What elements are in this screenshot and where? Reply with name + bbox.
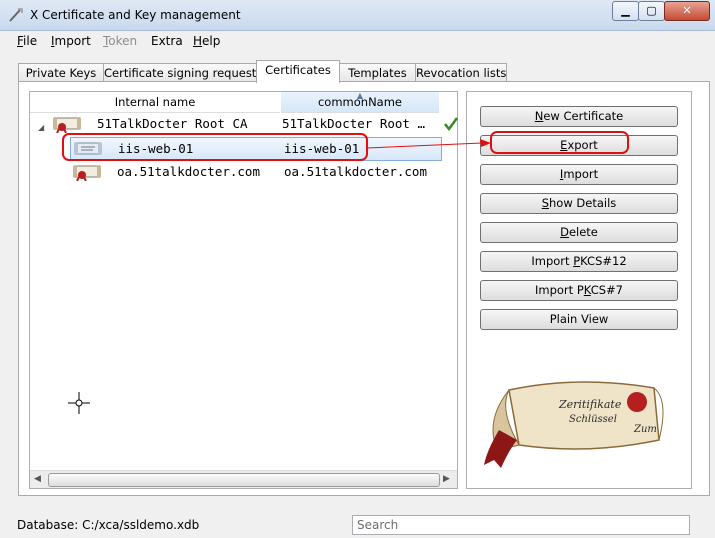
scroll-right-icon[interactable]: ▶ — [443, 474, 450, 484]
menu-help[interactable]: Help — [193, 34, 220, 48]
tree-row-oa-51talkdocter[interactable]: oa.51talkdocter.com oa.51talkdocter.com — [70, 161, 460, 183]
column-header-common-name[interactable]: ▲ commonName — [281, 91, 439, 113]
search-input[interactable] — [352, 515, 690, 535]
action-panel: New Certificate Export Import Show Detai… — [466, 91, 692, 489]
import-pkcs7-button[interactable]: Import PKCS#7 — [480, 280, 678, 301]
certificates-panel: Internal name ▲ commonName ◢ 51TalkDocte… — [18, 81, 710, 496]
menu-token: Token — [103, 34, 138, 48]
tab-certificates[interactable]: Certificates — [256, 60, 340, 83]
xca-scroll-logo: Zeritifikate Schlüssel Zum — [484, 381, 664, 468]
common-name-cell: oa.51talkdocter.com — [284, 164, 427, 179]
svg-text:Zum: Zum — [633, 424, 657, 435]
delete-button[interactable]: Delete — [480, 222, 678, 243]
common-name-cell: iis-web-01 — [284, 141, 360, 156]
trusted-check-icon — [444, 117, 458, 131]
plain-view-button[interactable]: Plain View — [480, 309, 678, 330]
certificate-icon — [73, 165, 101, 181]
certificate-icon — [53, 117, 81, 133]
new-certificate-button[interactable]: New Certificate — [480, 106, 678, 127]
internal-name-cell: iis-web-01 — [118, 141, 194, 156]
menu-extra[interactable]: Extra — [151, 34, 183, 48]
certificate-icon — [74, 142, 102, 155]
tab-private-keys[interactable]: Private Keys — [18, 63, 104, 82]
column-header-internal-name[interactable]: Internal name — [30, 92, 280, 113]
minimize-button[interactable]: ▁ — [612, 1, 639, 21]
scroll-thumb[interactable] — [48, 473, 440, 487]
menu-file[interactable]: File — [17, 34, 37, 48]
import-pkcs12-button[interactable]: Import PKCS#12 — [480, 251, 678, 272]
tab-revocation-lists[interactable]: Revocation lists — [415, 63, 507, 82]
tree-row-iis-web-01[interactable]: iis-web-01 iis-web-01 — [70, 137, 442, 161]
menu-bar: File Import Token Extra Help — [0, 31, 715, 51]
export-button[interactable]: Export — [480, 135, 678, 156]
tab-templates[interactable]: Templates — [339, 63, 416, 82]
horizontal-scrollbar[interactable]: ◀ ▶ — [30, 470, 457, 488]
internal-name-cell: oa.51talkdocter.com — [117, 164, 260, 179]
svg-text:Zeritifikate: Zeritifikate — [558, 398, 622, 411]
app-icon — [9, 8, 23, 22]
svg-text:Schlüssel: Schlüssel — [569, 414, 617, 425]
crosshair-cursor-icon — [68, 392, 90, 414]
menu-import[interactable]: Import — [51, 34, 91, 48]
sort-ascending-icon: ▲ — [356, 91, 364, 100]
common-name-cell: 51TalkDocter Root … — [282, 116, 425, 131]
internal-name-cell: 51TalkDocter Root CA — [97, 116, 248, 131]
maximize-button[interactable]: ▢ — [638, 1, 665, 21]
window-title: X Certificate and Key management — [30, 8, 241, 22]
certificate-tree[interactable]: Internal name ▲ commonName ◢ 51TalkDocte… — [29, 91, 458, 489]
show-details-button[interactable]: Show Details — [480, 193, 678, 214]
database-status: Database: C:/xca/ssldemo.xdb — [17, 518, 200, 532]
collapse-arrow-icon[interactable]: ◢ — [38, 123, 44, 132]
import-button[interactable]: Import — [480, 164, 678, 185]
close-button[interactable]: ✕ — [664, 1, 710, 21]
tree-row-root-ca[interactable]: 51TalkDocter Root CA 51TalkDocter Root … — [52, 113, 458, 135]
scroll-left-icon[interactable]: ◀ — [34, 474, 41, 484]
tab-certificate-signing-requests[interactable]: Certificate signing requests — [103, 63, 262, 82]
title-bar: X Certificate and Key management ▁ ▢ ✕ — [0, 0, 715, 31]
